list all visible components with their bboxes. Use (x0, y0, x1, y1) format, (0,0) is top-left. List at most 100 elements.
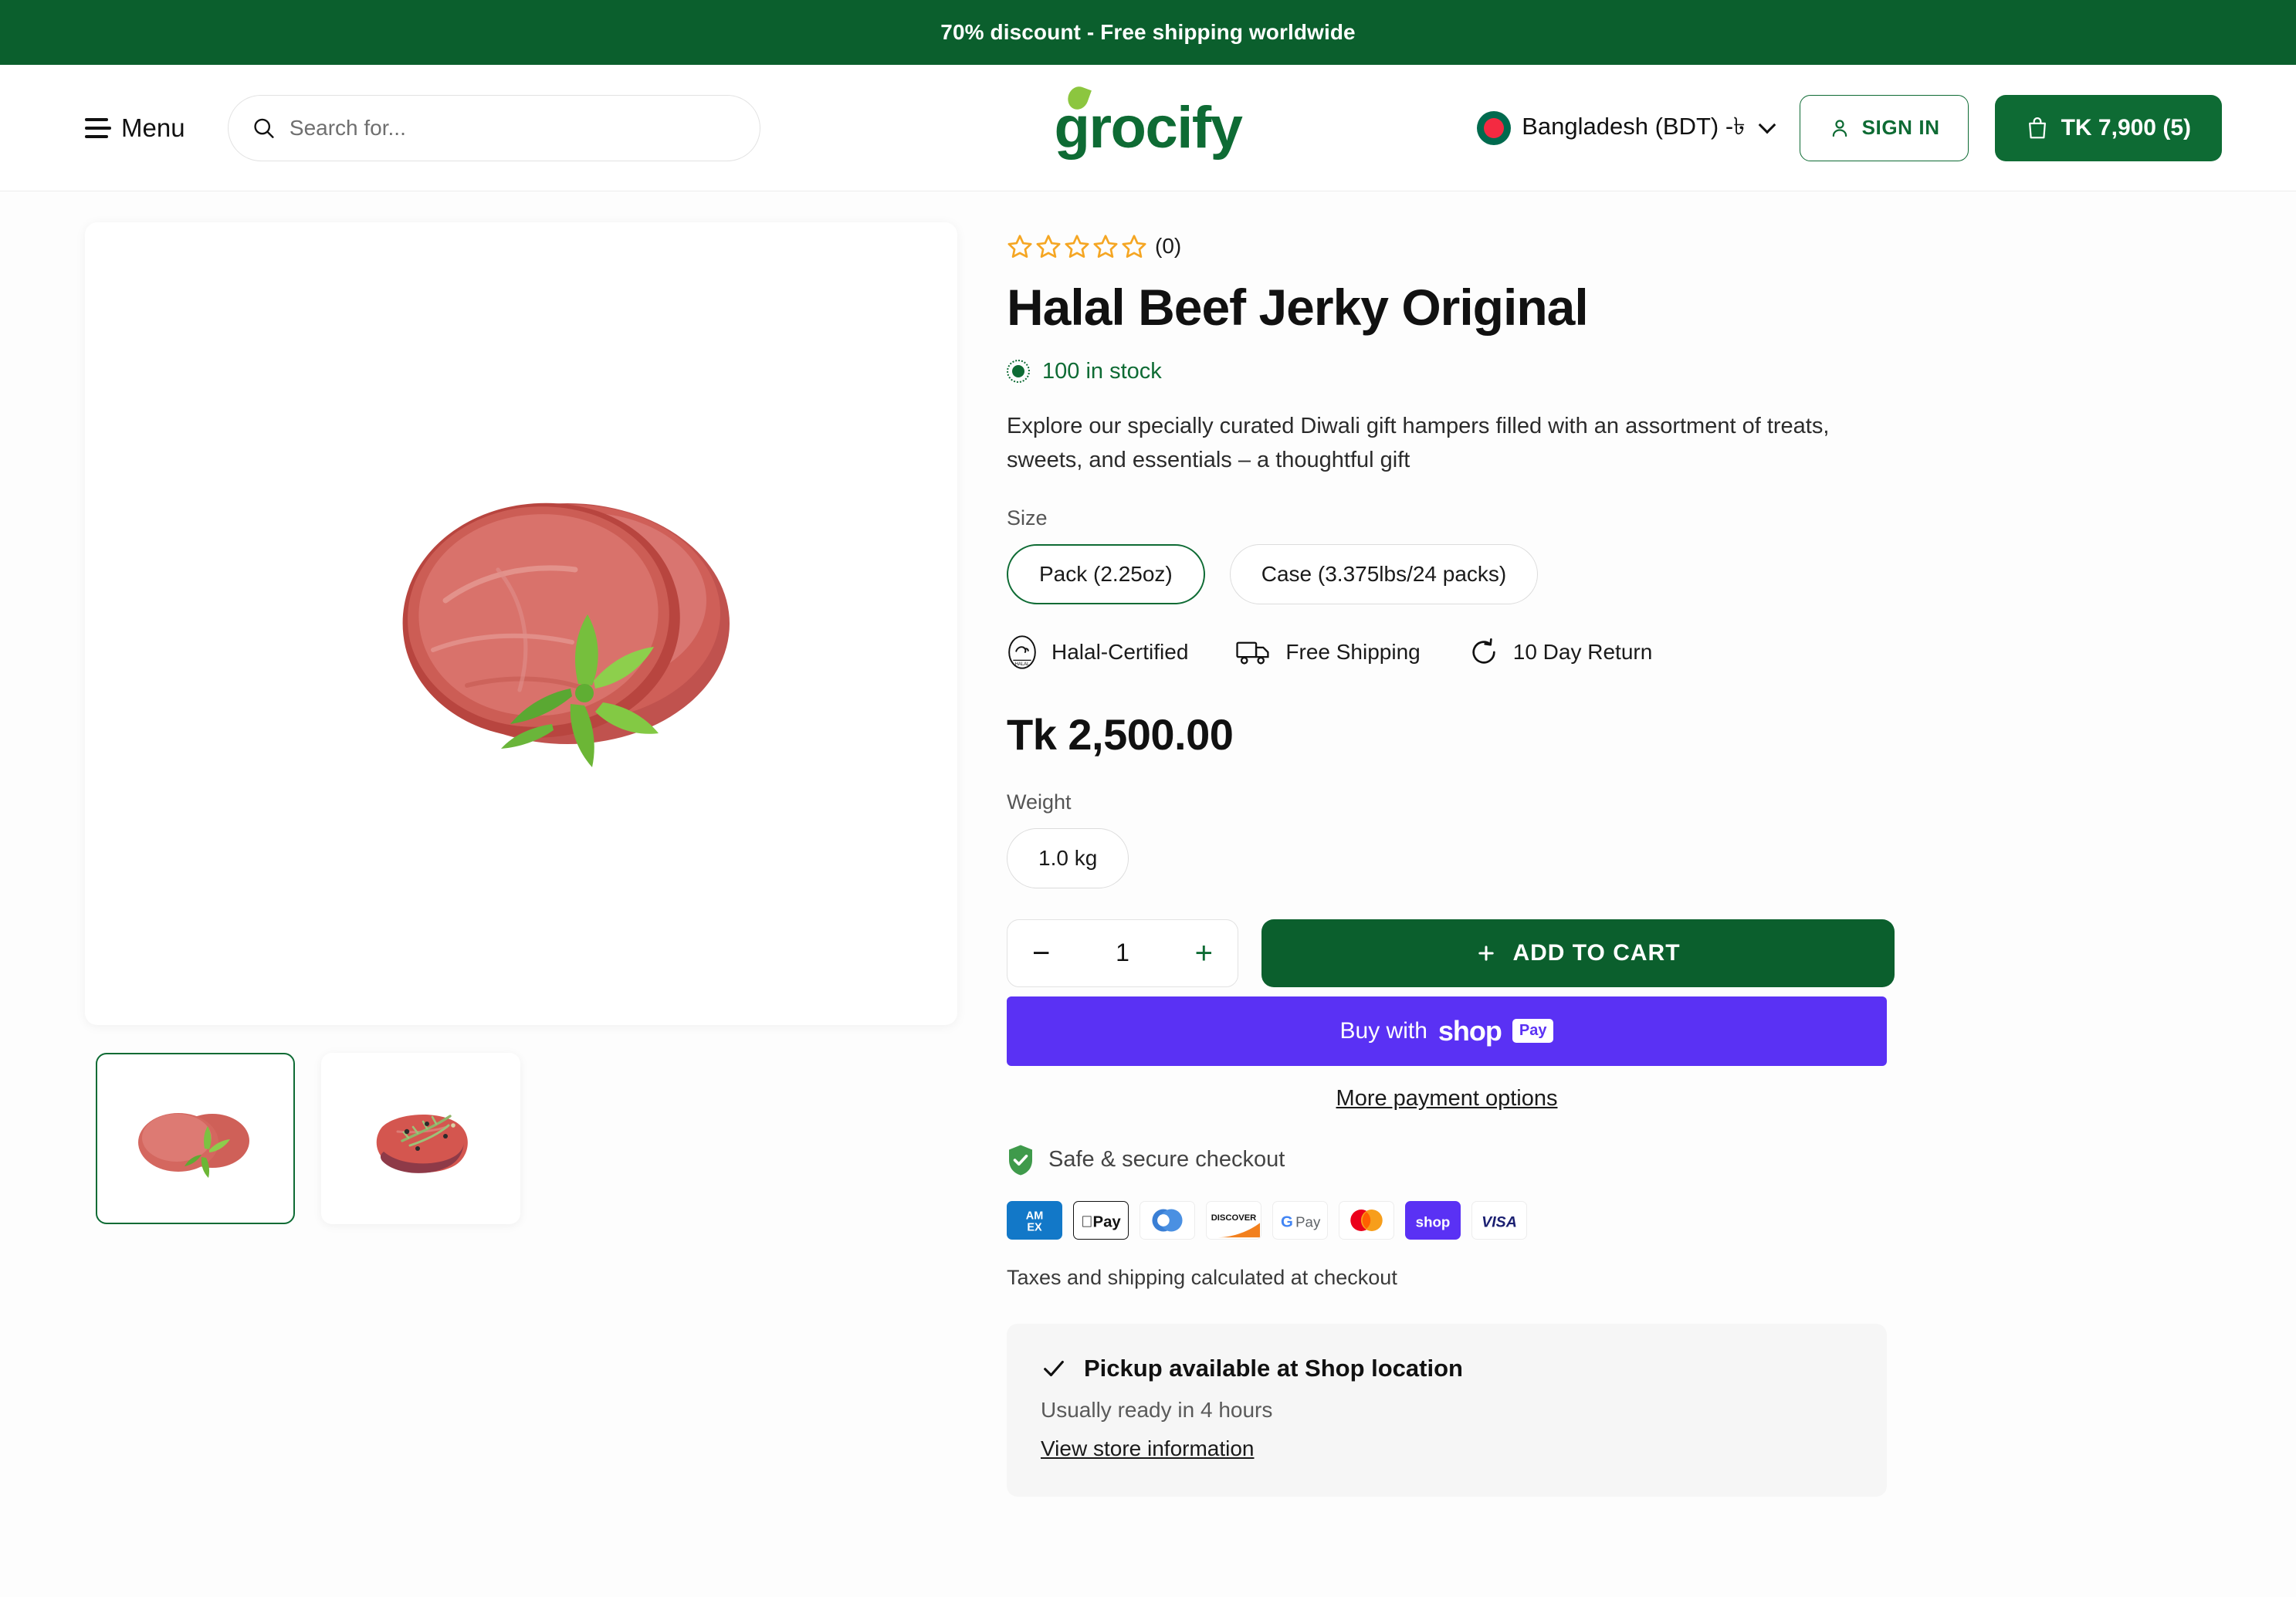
badge-label: Free Shipping (1285, 639, 1421, 664)
more-payment-options-link[interactable]: More payment options (1007, 1086, 1887, 1111)
add-to-cart-label: ADD TO CART (1512, 939, 1681, 966)
badge-halal-certified: HALAL Halal-Certified (1007, 635, 1188, 669)
review-count: (0) (1155, 234, 1182, 258)
site-logo[interactable]: grocify (1055, 83, 1243, 157)
visa-icon: VISA (1471, 1200, 1527, 1240)
diners-club-icon (1140, 1200, 1195, 1240)
svg-text:AM: AM (1026, 1210, 1043, 1222)
beef-steaks-illustration (402, 502, 730, 767)
product-page: (0) Halal Beef Jerky Original 100 in sto… (0, 191, 2296, 1597)
star-icon (1122, 235, 1146, 258)
bangladesh-flag-icon (1477, 110, 1512, 145)
badge-free-shipping: Free Shipping (1236, 638, 1421, 666)
hamburger-icon (85, 117, 111, 140)
sign-in-label: SIGN IN (1861, 116, 1940, 139)
svg-text:DISCOVER: DISCOVER (1211, 1213, 1257, 1223)
svg-text:shop: shop (1416, 1213, 1451, 1230)
google-pay-icon: G Pay (1272, 1200, 1328, 1240)
secure-checkout-note: Safe & secure checkout (1007, 1144, 1895, 1176)
weight-option-1kg[interactable]: 1.0 kg (1007, 827, 1129, 888)
svg-text:VISA: VISA (1482, 1213, 1517, 1230)
stock-label: 100 in stock (1042, 358, 1162, 384)
beef-parsley-thumbnail (138, 1113, 249, 1178)
check-icon (1044, 1360, 1064, 1376)
buy-with-shop-pay-button[interactable]: Buy with shop Pay (1007, 996, 1887, 1066)
pickup-availability-box: Pickup available at Shop location Usuall… (1007, 1323, 1887, 1497)
thumbnail-2[interactable] (321, 1053, 520, 1224)
cart-button[interactable]: TK 7,900 (5) (1994, 94, 2222, 161)
menu-button[interactable]: Menu (85, 113, 185, 143)
page-title: Halal Beef Jerky Original (1007, 279, 1589, 336)
amex-icon: AM EX (1007, 1200, 1062, 1240)
shop-logo: shop (1438, 1014, 1502, 1047)
search-box[interactable] (227, 94, 760, 161)
size-label: Size (1007, 506, 1048, 530)
star-rating (1007, 233, 1147, 259)
user-icon (1832, 119, 1847, 137)
thumbnail-list (96, 1053, 957, 1224)
shop-pay-prefix: Buy with (1339, 1017, 1427, 1044)
halal-seal-icon: HALAL (1008, 635, 1036, 669)
pay-badge: Pay (1512, 1019, 1554, 1044)
menu-label: Menu (121, 113, 185, 142)
announcement-text: 70% discount - Free shipping worldwide (940, 20, 1356, 44)
payment-methods: AMEX Pay DISCOVER GPay shop VISA (1007, 1200, 1895, 1240)
size-option-pack[interactable]: Pack (2.25oz) (1007, 543, 1205, 604)
product-price: Tk 2,500.00 (1007, 709, 1234, 759)
search-input[interactable] (289, 115, 737, 140)
quantity-value[interactable]: 1 (1116, 939, 1129, 967)
star-icon (1036, 235, 1061, 258)
product-rating[interactable]: (0) (1007, 233, 1895, 259)
beef-rosemary-thumbnail (376, 1114, 468, 1173)
star-icon (1065, 235, 1089, 258)
pickup-title: Pickup available at Shop location (1084, 1354, 1463, 1382)
discover-icon: DISCOVER (1206, 1200, 1261, 1240)
view-store-information-link[interactable]: View store information (1041, 1436, 1853, 1461)
product-info: (0) Halal Beef Jerky Original 100 in sto… (1007, 222, 1895, 1597)
weight-label: Weight (1007, 790, 1072, 814)
shop-pay-icon: shop (1405, 1200, 1461, 1240)
cart-label: TK 7,900 (5) (2061, 114, 2191, 140)
trust-badges: HALAL Halal-Certified Free Shipping 10 D… (1007, 635, 1895, 669)
main-product-image[interactable] (85, 222, 957, 1025)
tax-note: Taxes and shipping calculated at checkou… (1007, 1265, 1397, 1289)
pickup-header: Pickup available at Shop location (1041, 1355, 1853, 1382)
secure-checkout-label: Safe & secure checkout (1048, 1147, 1285, 1172)
svg-text:G: G (1281, 1213, 1293, 1230)
stock-status: 100 in stock (1007, 359, 1895, 384)
country-selector[interactable]: Bangladesh (BDT) -৳ (1477, 108, 1776, 148)
apple-pay-icon: Pay (1073, 1200, 1129, 1240)
thumbnail-1[interactable] (96, 1053, 295, 1224)
purchase-row: − 1 + ADD TO CART (1007, 919, 1895, 987)
return-arrow-icon (1472, 638, 1495, 664)
svg-text:Pay: Pay (1081, 1213, 1121, 1230)
plus-icon (1478, 946, 1495, 961)
stock-dot-icon (1007, 360, 1030, 384)
pickup-subtitle: Usually ready in 4 hours (1041, 1397, 1273, 1422)
mastercard-icon (1339, 1200, 1394, 1240)
add-to-cart-button[interactable]: ADD TO CART (1261, 919, 1895, 987)
announcement-bar: 70% discount - Free shipping worldwide (0, 0, 2296, 65)
svg-text:HALAL: HALAL (1015, 662, 1031, 667)
product-gallery (85, 222, 957, 1597)
size-option-case[interactable]: Case (3.375lbs/24 packs) (1229, 543, 1539, 604)
truck-icon (1236, 641, 1269, 665)
quantity-stepper[interactable]: − 1 + (1007, 919, 1238, 987)
star-icon (1093, 235, 1118, 258)
site-header: Menu grocify Bangladesh (BDT) -৳ SIGN IN (0, 65, 2296, 191)
quantity-increase-button[interactable]: + (1195, 938, 1213, 969)
quantity-decrease-button[interactable]: − (1032, 938, 1050, 969)
search-icon (253, 118, 274, 138)
badge-return-policy: 10 Day Return (1468, 637, 1653, 668)
sign-in-button[interactable]: SIGN IN (1799, 94, 1969, 161)
size-options: Pack (2.25oz) Case (3.375lbs/24 packs) (1007, 543, 1895, 604)
star-icon (1007, 235, 1032, 258)
product-description: Explore our specially curated Diwali gif… (1007, 413, 1830, 472)
svg-text:EX: EX (1027, 1221, 1042, 1233)
chevron-down-icon (1758, 116, 1776, 134)
badge-label: 10 Day Return (1512, 639, 1653, 664)
weight-options: 1.0 kg (1007, 827, 1895, 888)
svg-text:Pay: Pay (1295, 1213, 1321, 1230)
shopping-bag-icon (2028, 117, 2046, 138)
country-label: Bangladesh (BDT) -৳ (1522, 112, 1746, 140)
